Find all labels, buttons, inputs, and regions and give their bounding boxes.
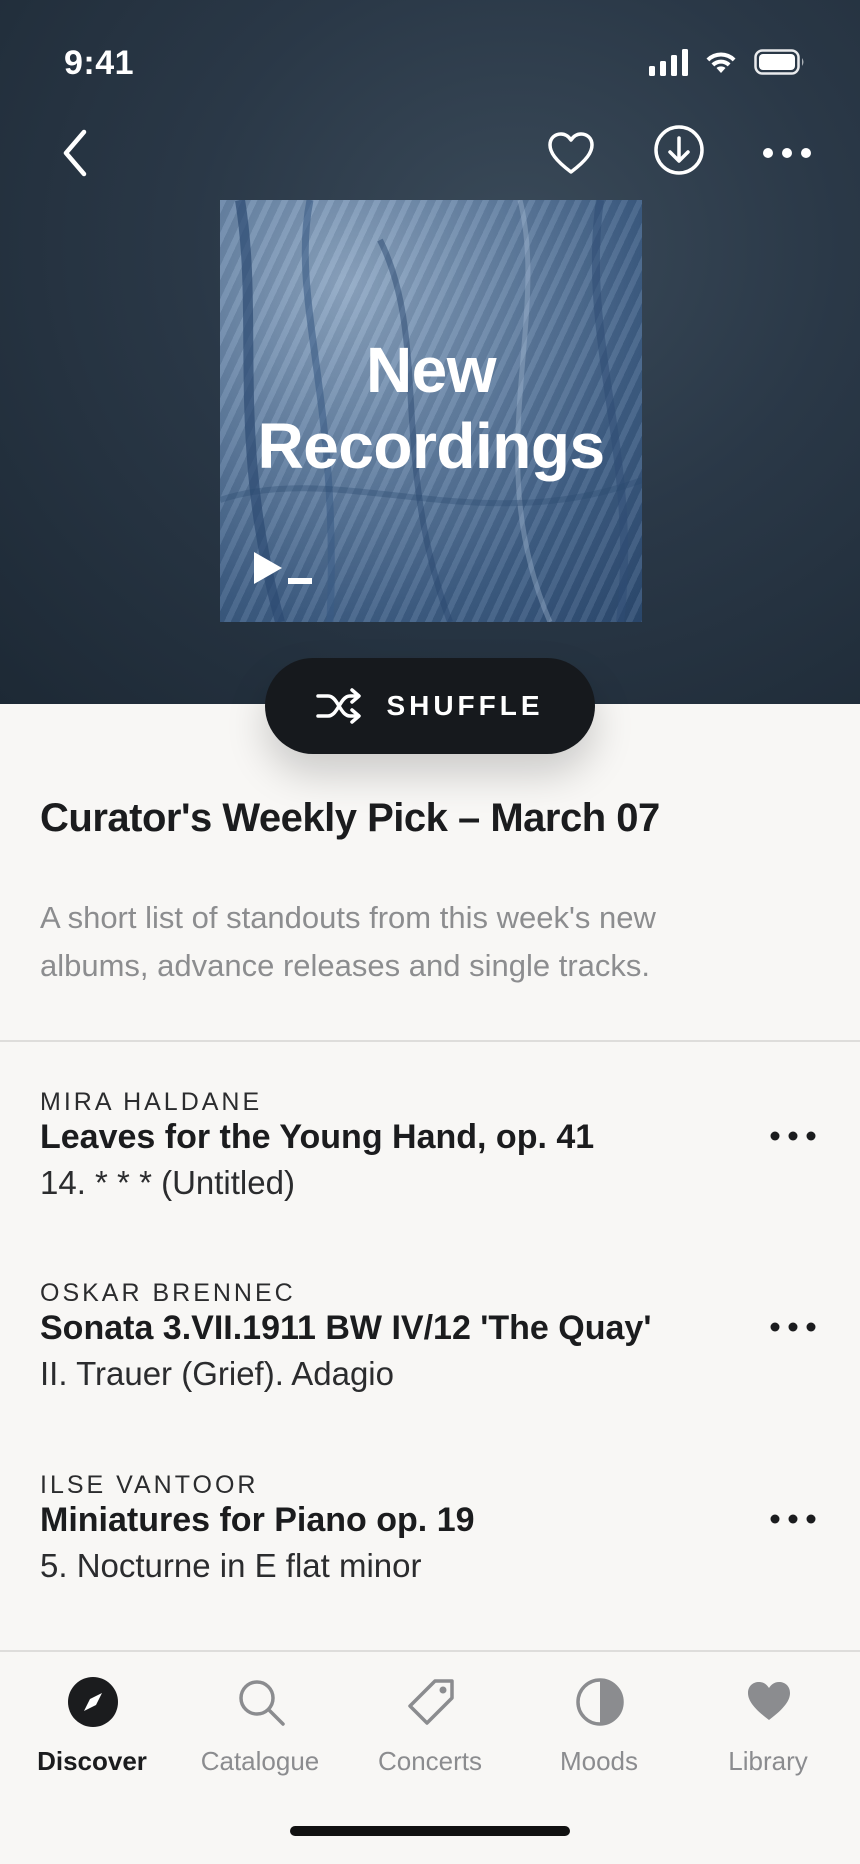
more-options-button[interactable] [760, 138, 814, 168]
wifi-icon [704, 49, 738, 75]
chevron-left-icon [63, 129, 87, 177]
track-work-title: Sonata 3.VII.1911 BW IV/12 'The Quay' [40, 1309, 652, 1347]
track-work-title: Miniatures for Piano op. 19 [40, 1501, 475, 1539]
track-movement: 5. Nocturne in E flat minor [40, 1547, 422, 1584]
shuffle-icon [316, 688, 362, 724]
track-artist: ILSE VANTOOR [40, 1471, 259, 1499]
back-button[interactable] [56, 124, 100, 182]
header-actions [0, 120, 860, 186]
compass-icon [68, 1677, 118, 1727]
artwork-title-line2: Recordings [257, 410, 605, 482]
divider [0, 1040, 860, 1042]
heart-outline-icon [548, 132, 594, 174]
more-horizontal-icon [770, 1322, 816, 1332]
more-horizontal-icon [763, 148, 811, 158]
playlist-header: 9:41 New Recordings [0, 0, 860, 704]
track-row[interactable]: ILSE VANTOOR Miniatures for Piano op. 19… [0, 1471, 860, 1631]
tab-concerts[interactable]: Concerts [345, 1652, 515, 1782]
cellular-signal-icon [649, 48, 688, 76]
status-bar: 9:41 [0, 0, 860, 120]
home-indicator [290, 1826, 570, 1836]
playlist-artwork: New Recordings [220, 200, 642, 622]
track-movement: 14. * * * (Untitled) [40, 1164, 295, 1201]
play-cursor-logo [254, 552, 312, 584]
track-more-button[interactable] [768, 1124, 818, 1148]
more-horizontal-icon [770, 1131, 816, 1141]
tab-moods[interactable]: Moods [514, 1652, 684, 1782]
tab-library[interactable]: Library [683, 1652, 853, 1782]
favorite-button[interactable] [545, 128, 597, 180]
tab-label: Catalogue [200, 1746, 320, 1776]
status-icons [649, 48, 806, 76]
playlist-title: Curator's Weekly Pick – March 07 [40, 796, 660, 840]
tab-label: Discover [37, 1746, 147, 1776]
tab-label: Moods [559, 1746, 639, 1776]
shuffle-label: SHUFFLE [386, 690, 544, 721]
artwork-title: New Recordings [220, 332, 642, 484]
tab-label: Concerts [377, 1746, 483, 1776]
download-circle-icon [654, 125, 704, 175]
track-more-button[interactable] [768, 1507, 818, 1531]
track-artist: OSKAR BRENNEC [40, 1279, 296, 1307]
shuffle-button[interactable]: SHUFFLE [265, 658, 595, 754]
track-row[interactable]: OSKAR BRENNEC Sonata 3.VII.1911 BW IV/12… [0, 1279, 860, 1439]
status-time: 9:41 [64, 44, 135, 82]
search-icon [239, 1680, 285, 1726]
battery-icon [754, 49, 806, 75]
tab-label: Library [728, 1746, 808, 1776]
tab-discover[interactable]: Discover [7, 1652, 177, 1782]
more-horizontal-icon [770, 1514, 816, 1524]
track-movement: II. Trauer (Grief). Adagio [40, 1355, 394, 1392]
ticket-icon [408, 1679, 454, 1725]
tab-catalogue[interactable]: Catalogue [175, 1652, 345, 1782]
download-button[interactable] [653, 124, 705, 176]
track-more-button[interactable] [768, 1315, 818, 1339]
track-row[interactable]: MIRA HALDANE Leaves for the Young Hand, … [0, 1088, 860, 1248]
half-circle-icon [576, 1678, 624, 1726]
track-artist: MIRA HALDANE [40, 1088, 263, 1116]
track-work-title: Leaves for the Young Hand, op. 41 [40, 1118, 595, 1156]
playlist-description: A short list of standouts from this week… [40, 900, 656, 983]
artwork-title-line1: New [365, 334, 497, 406]
heart-filled-icon [748, 1682, 790, 1720]
